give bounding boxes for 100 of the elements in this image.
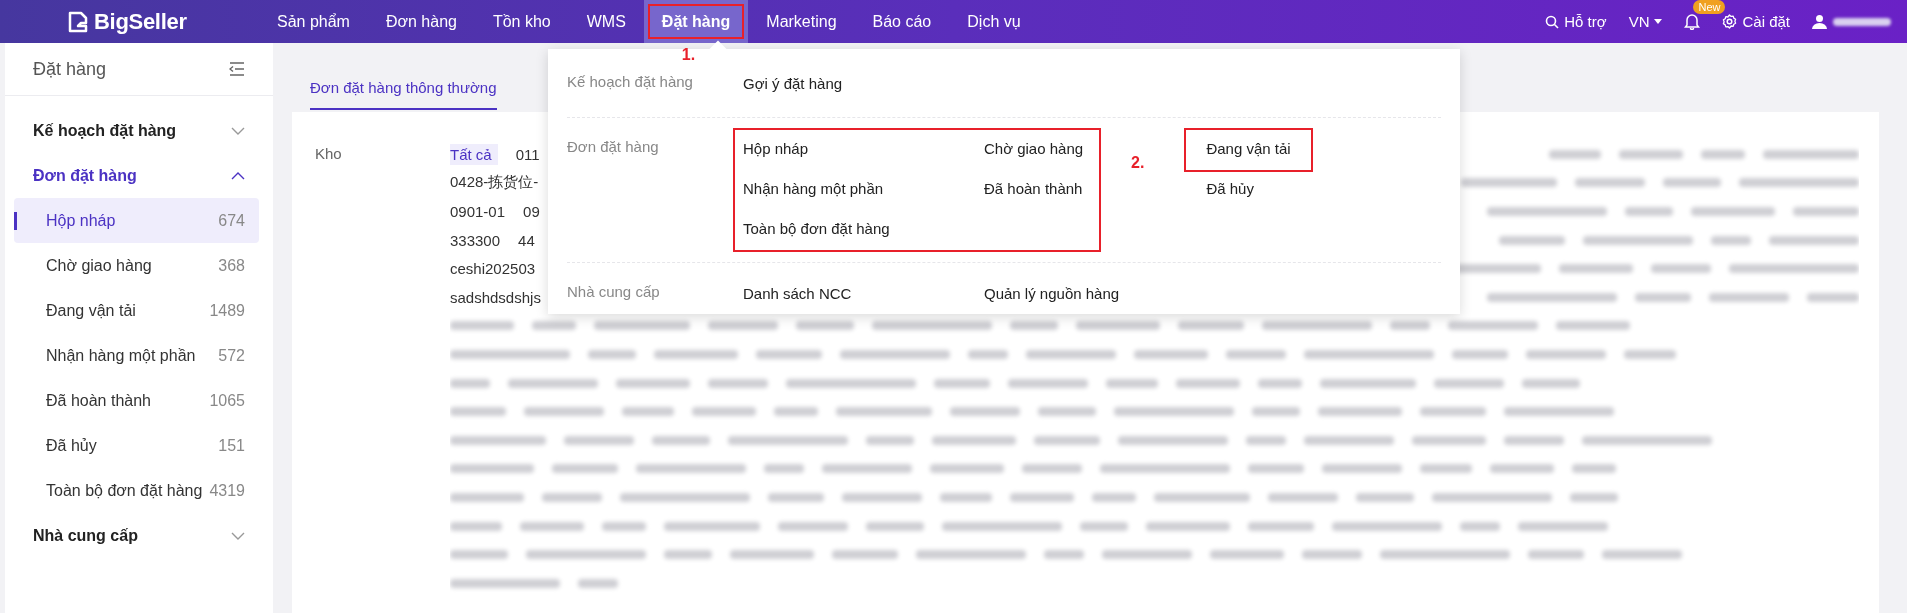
blurred-text bbox=[1248, 464, 1304, 474]
item-count: 1489 bbox=[209, 301, 245, 320]
blurred-text bbox=[1575, 178, 1645, 188]
blurred-text bbox=[968, 349, 1008, 359]
blurred-text bbox=[708, 321, 778, 331]
blurred-text bbox=[756, 349, 822, 359]
sidebar-item[interactable]: Chờ giao hàng 368 bbox=[14, 243, 259, 288]
blurred-text bbox=[1246, 435, 1286, 445]
menu-item[interactable]: Quản lý nguồn hàng bbox=[984, 275, 1120, 315]
blurred-text bbox=[866, 521, 924, 531]
chevron-down-icon bbox=[231, 531, 245, 540]
nav-tab[interactable]: Dịch vụ bbox=[949, 0, 1039, 43]
nav-tab[interactable]: Đơn hàng bbox=[367, 0, 475, 43]
blurred-text bbox=[1034, 435, 1100, 445]
sidebar-title: Đặt hàng bbox=[33, 58, 107, 80]
blurred-text bbox=[1268, 492, 1338, 502]
language-select[interactable]: VN bbox=[1628, 13, 1663, 30]
warehouse-option[interactable]: 0428-拣货位- bbox=[450, 173, 539, 193]
nav-tab[interactable]: Sản phẩm bbox=[259, 0, 368, 43]
menu-item[interactable]: Toàn bộ đơn đặt hàng bbox=[743, 210, 944, 250]
blurred-text bbox=[1651, 264, 1711, 274]
blurred-text bbox=[1252, 407, 1300, 417]
filter-label: Kho bbox=[315, 144, 343, 164]
warehouse-option[interactable]: ceshi202503 bbox=[450, 260, 536, 278]
sidebar-section[interactable]: Kế hoạch đặt hàng bbox=[5, 108, 273, 153]
warehouse-option[interactable]: 09 bbox=[523, 203, 540, 220]
blurred-text bbox=[1356, 492, 1414, 502]
blurred-text bbox=[578, 578, 618, 588]
sidebar-item[interactable]: Toàn bộ đơn đặt hàng 4319 bbox=[14, 468, 259, 513]
blurred-text bbox=[1106, 378, 1158, 388]
blurred-text bbox=[1092, 492, 1136, 502]
blurred-text bbox=[532, 321, 576, 331]
sidebar-item[interactable]: Hộp nháp 674 bbox=[14, 198, 259, 243]
warehouse-option[interactable]: 333300 bbox=[450, 231, 501, 249]
menu-item[interactable]: Đã hoàn thành bbox=[984, 170, 1084, 210]
blurred-text bbox=[940, 492, 992, 502]
logo-icon bbox=[66, 9, 90, 34]
blurred-text bbox=[1625, 207, 1673, 216]
blurred-text bbox=[1302, 550, 1362, 560]
sidebar-section[interactable]: Nhà cung cấp bbox=[5, 513, 273, 558]
blurred-text bbox=[1434, 378, 1504, 388]
warehouse-option[interactable]: Tất cả bbox=[450, 143, 498, 165]
menu-item[interactable]: Hộp nháp bbox=[743, 130, 944, 170]
blurred-text bbox=[708, 378, 768, 388]
blurred-text bbox=[1793, 207, 1859, 216]
sidebar-item[interactable]: Nhận hàng một phần 572 bbox=[14, 333, 259, 378]
blurred-text bbox=[692, 407, 756, 417]
menu-section-label: Nhà cung cấp bbox=[567, 282, 661, 302]
sidebar-item[interactable]: Đang vận tải 1489 bbox=[14, 288, 259, 333]
sidebar-item[interactable]: Đã hủy 151 bbox=[14, 423, 259, 468]
bell-icon[interactable] bbox=[1684, 13, 1701, 30]
step-annotation: 2. bbox=[1131, 154, 1145, 172]
blurred-text bbox=[1258, 378, 1302, 388]
blurred-text bbox=[1504, 435, 1564, 445]
blurred-text bbox=[1460, 521, 1500, 531]
settings-link[interactable]: Cài đặt bbox=[1722, 13, 1790, 30]
caret-icon bbox=[1654, 18, 1663, 25]
blurred-text bbox=[542, 492, 602, 502]
settings-icon bbox=[1722, 14, 1738, 29]
menu-section-label: Đơn đặt hàng bbox=[567, 137, 660, 157]
blurred-text bbox=[652, 435, 710, 445]
nav-tab[interactable]: WMS bbox=[568, 0, 644, 43]
help-link[interactable]: Hỗ trợ bbox=[1545, 13, 1607, 30]
blurred-text bbox=[622, 407, 674, 417]
blurred-username bbox=[1833, 17, 1891, 26]
nav-tab[interactable]: Báo cáo bbox=[854, 0, 950, 43]
blurred-text bbox=[1572, 464, 1616, 474]
blurred-text bbox=[450, 521, 502, 531]
blurred-text bbox=[1178, 321, 1244, 331]
tab[interactable]: Đơn đặt hàng thông thường bbox=[310, 79, 497, 110]
menu-item[interactable]: Danh sách NCC bbox=[743, 275, 944, 315]
blurred-text bbox=[1528, 550, 1584, 560]
blurred-text bbox=[1420, 464, 1472, 474]
blurred-text bbox=[450, 550, 508, 560]
warehouse-option[interactable]: sadshdsdshjs bbox=[450, 288, 541, 306]
chevron-down-icon bbox=[231, 126, 245, 135]
collapse-icon[interactable] bbox=[229, 62, 245, 76]
menu-item[interactable]: Đã hủy bbox=[1206, 170, 1291, 210]
blurred-text bbox=[602, 521, 646, 531]
blurred-text bbox=[1248, 521, 1314, 531]
blurred-text bbox=[1635, 292, 1691, 302]
sidebar-section[interactable]: Đơn đặt hàng bbox=[5, 153, 273, 198]
warehouse-option[interactable]: 0901-01 bbox=[450, 203, 506, 220]
nav-tab[interactable]: Marketing bbox=[748, 0, 855, 43]
menu-item[interactable]: Đang vận tải bbox=[1186, 130, 1311, 170]
blurred-text bbox=[1701, 149, 1745, 159]
blurred-text bbox=[1080, 521, 1128, 531]
user-icon[interactable] bbox=[1812, 14, 1827, 29]
warehouse-option[interactable]: 011 bbox=[515, 145, 540, 163]
blurred-text bbox=[450, 378, 490, 388]
warehouse-option[interactable]: 44 bbox=[518, 231, 535, 249]
blurred-text bbox=[1522, 378, 1580, 388]
item-count: 674 bbox=[218, 211, 245, 230]
sidebar-item[interactable]: Đã hoàn thành 1065 bbox=[14, 378, 259, 423]
menu-item[interactable]: Gợi ý đặt hàng bbox=[743, 65, 843, 105]
nav-tab[interactable]: Tồn kho bbox=[474, 0, 569, 43]
menu-item[interactable]: Chờ giao hàng bbox=[984, 130, 1084, 170]
step-annotation: 1. bbox=[681, 46, 696, 64]
menu-item[interactable]: Nhận hàng một phần bbox=[743, 170, 944, 210]
blurred-text bbox=[1022, 464, 1082, 474]
